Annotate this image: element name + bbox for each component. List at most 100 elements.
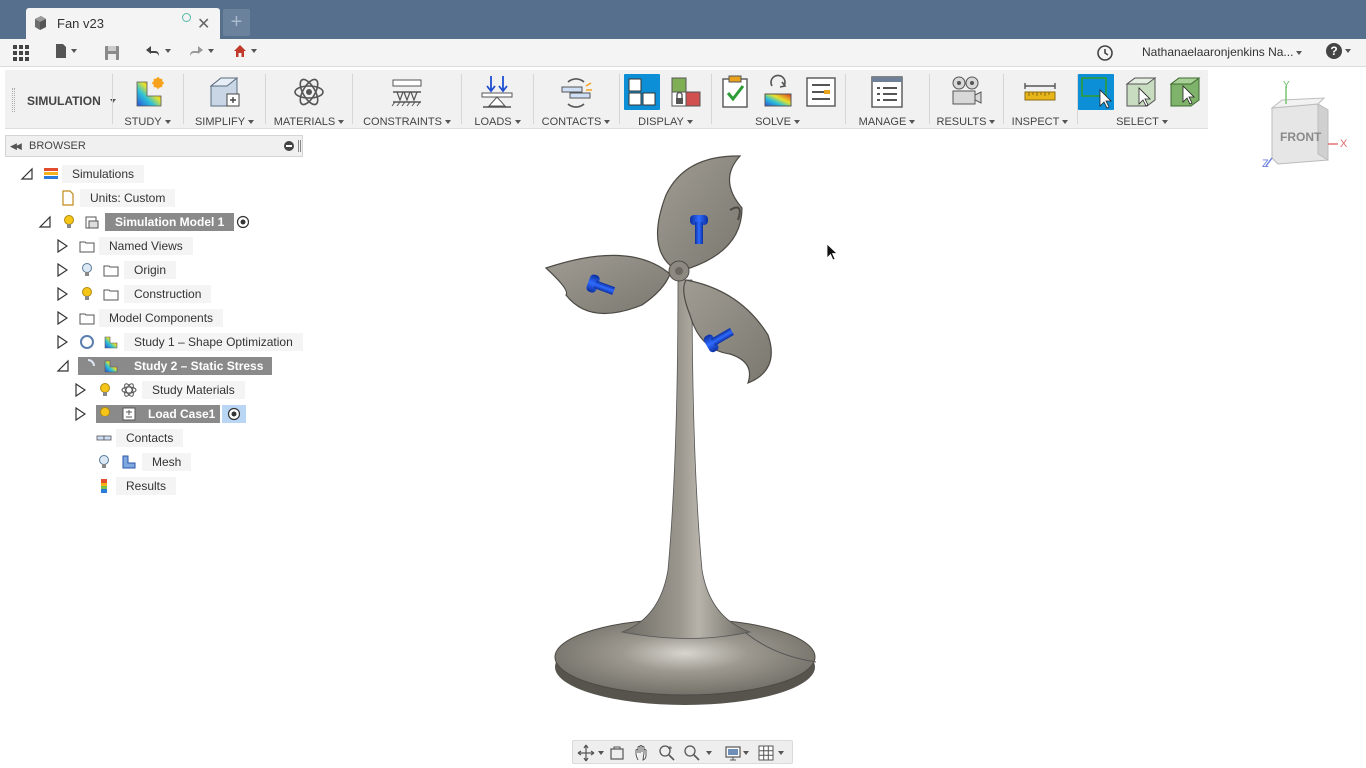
manage-group[interactable]: MANAGE [848,70,926,129]
chevron-down-icon [1345,49,1351,53]
user-name-label: Nathanaelaaronjenkins Na... [1142,45,1294,59]
contacts-group[interactable]: CONTACTS [536,70,616,129]
collapsed-triangle-icon[interactable] [56,335,68,349]
tree-node-simulation-model[interactable]: Simulation Model 1 [38,213,268,231]
chevron-down-icon[interactable] [743,751,749,755]
display-group[interactable]: DISPLAY [623,70,708,129]
load-case-icon [122,407,136,421]
close-tab-icon[interactable]: ✕ [197,14,210,34]
browser-panel-header: ◀◀ BROWSER [5,135,303,157]
tree-node-label: Origin [124,261,177,279]
tree-node-study-materials[interactable]: Study Materials [74,381,254,399]
workspace-label: SIMULATION [27,94,101,108]
lightbulb-off-icon[interactable] [79,262,95,278]
redo-button[interactable] [187,43,219,63]
expanded-triangle-icon[interactable] [20,167,34,181]
zoom-icon[interactable] [658,744,676,762]
tree-node-study-1[interactable]: Study 1 – Shape Optimization [56,333,306,351]
fan-blades [544,155,772,385]
constraints-group-label: CONSTRAINTS [363,116,442,128]
structural-constraint-icon [391,79,422,107]
chevron-down-icon [164,120,171,125]
job-status-list-icon [806,77,836,107]
toolbar-divider [533,74,534,124]
inspect-group[interactable]: INSPECT [1006,70,1074,129]
tree-node-construction[interactable]: Construction [56,285,226,303]
expanded-triangle-icon[interactable] [56,359,70,373]
fan-3d-model[interactable] [530,140,840,720]
collapsed-triangle-icon[interactable] [56,311,68,325]
chevron-down-icon[interactable] [778,751,784,755]
collapse-browser-icon[interactable]: ◀◀ [10,141,22,152]
tree-node-units[interactable]: Units: Custom [58,189,208,207]
tree-node-model-components[interactable]: Model Components [56,309,236,327]
display-group-label: DISPLAY [638,116,684,128]
tree-node-contacts[interactable]: Contacts [94,429,244,447]
collapsed-triangle-icon[interactable] [56,239,68,253]
app-grid-icon[interactable] [12,43,30,63]
tree-node-load-case[interactable]: Load Case1 [74,405,254,423]
home-icon [234,45,246,57]
materials-group[interactable]: MATERIALS [269,70,349,129]
tree-node-origin[interactable]: Origin [56,261,206,279]
chevron-down-icon[interactable] [598,751,604,755]
animate-results-icon [952,76,982,105]
view-cube[interactable]: FRONT Y X Z [1258,80,1358,180]
view-cube-front-face[interactable]: FRONT [1280,130,1321,144]
locked-display-icon [671,77,701,107]
save-icon[interactable] [103,43,121,63]
tree-node-named-views[interactable]: Named Views [56,237,206,255]
file-menu-button[interactable] [54,43,82,63]
zoom-window-icon[interactable] [683,744,701,762]
window-select-icon [1078,74,1114,110]
solve-group[interactable]: SOLVE [715,70,840,129]
tree-node-label: Simulations [62,165,145,183]
collapsed-triangle-icon[interactable] [74,407,86,421]
chevron-down-icon [71,49,77,53]
pin-browser-icon[interactable] [298,140,301,152]
loads-group[interactable]: LOADS [465,70,530,129]
look-at-icon[interactable] [608,744,626,762]
lightbulb-off-icon[interactable] [96,454,112,470]
study-group[interactable]: STUDY [115,70,180,129]
tree-node-results[interactable]: Results [94,477,244,495]
atom-materials-icon [121,383,137,397]
grid-settings-icon[interactable] [757,744,775,762]
chevron-down-icon[interactable] [706,751,712,755]
collapsed-triangle-icon[interactable] [56,263,68,277]
job-status-clock-icon[interactable] [1096,43,1114,63]
document-tab-fan[interactable]: Fan v23 ✕ [26,8,220,39]
folder-icon [103,289,119,301]
new-tab-button[interactable]: + [223,9,250,36]
activate-load-case-button[interactable] [222,405,246,423]
display-settings-icon[interactable] [724,744,742,762]
pan-hand-icon[interactable] [633,744,651,762]
mouse-cursor-icon [826,243,838,261]
lightbulb-on-icon[interactable] [97,382,113,398]
help-button[interactable]: ? [1326,43,1356,63]
collapsed-triangle-icon[interactable] [74,383,86,397]
lightbulb-on-icon[interactable] [61,214,77,230]
expanded-triangle-icon[interactable] [38,215,52,229]
activate-radio-icon[interactable] [236,215,250,229]
materials-group-label: MATERIALS [273,116,336,128]
chevron-down-icon [208,49,214,53]
undo-button[interactable] [144,43,176,63]
chevron-down-icon [604,120,611,125]
tree-node-simulations[interactable]: Simulations [20,165,170,183]
results-group[interactable]: RESULTS [932,70,1000,129]
home-button[interactable] [232,43,262,63]
lightbulb-on-icon[interactable] [79,286,95,302]
simplify-group[interactable]: SIMPLIFY [187,70,262,129]
user-account-menu[interactable]: Nathanaelaaronjenkins Na... [1142,45,1303,59]
tree-node-mesh[interactable]: Mesh [94,453,244,471]
tree-node-study-2[interactable]: Study 2 – Static Stress [56,357,276,375]
orbit-icon[interactable] [577,744,595,762]
constraints-group[interactable]: CONSTRAINTS [356,70,458,129]
collapsed-triangle-icon[interactable] [56,287,68,301]
workspace-switcher[interactable]: SIMULATION [12,76,116,124]
model-display-icon [624,74,660,110]
lightbulb-on-icon[interactable] [97,406,113,422]
select-group[interactable]: SELECT [1078,70,1206,129]
minimize-browser-icon[interactable] [284,141,294,151]
